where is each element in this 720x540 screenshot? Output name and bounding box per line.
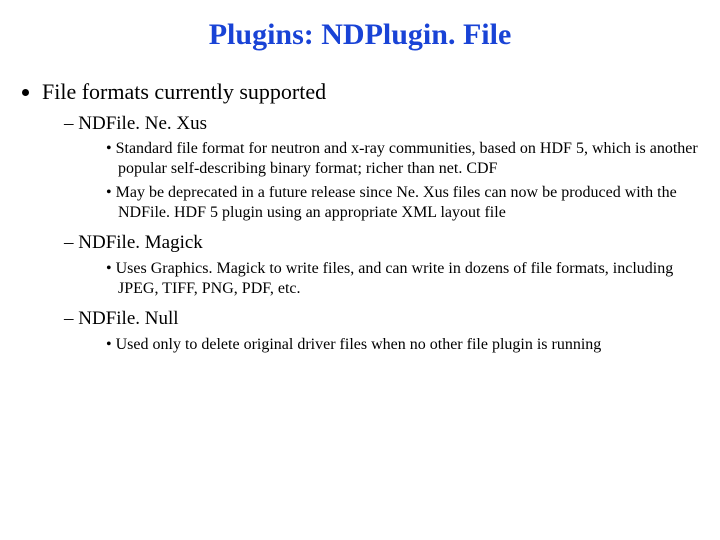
- list-item: Standard file format for neutron and x-r…: [106, 139, 700, 179]
- l3-text: Used only to delete original driver file…: [116, 336, 602, 353]
- slide-title: Plugins: NDPlugin. File: [20, 18, 700, 52]
- bullet-list-level3: Uses Graphics. Magick to write files, an…: [78, 259, 700, 299]
- list-item: May be deprecated in a future release si…: [106, 183, 700, 223]
- l1-text: File formats currently supported: [42, 79, 326, 104]
- l2-text: NDFile. Ne. Xus: [78, 113, 207, 134]
- list-item: Used only to delete original driver file…: [106, 335, 700, 355]
- bullet-list-level1: File formats currently supported NDFile.…: [24, 78, 700, 355]
- bullet-list-level2: NDFile. Ne. Xus Standard file format for…: [42, 112, 700, 355]
- l3-text: Uses Graphics. Magick to write files, an…: [116, 260, 674, 297]
- list-item: NDFile. Null Used only to delete origina…: [64, 307, 700, 355]
- l3-text: May be deprecated in a future release si…: [116, 184, 677, 221]
- slide: Plugins: NDPlugin. File File formats cur…: [0, 0, 720, 540]
- l2-text: NDFile. Null: [78, 308, 178, 329]
- l2-text: NDFile. Magick: [78, 232, 203, 253]
- list-item: File formats currently supported NDFile.…: [42, 78, 700, 355]
- list-item: NDFile. Magick Uses Graphics. Magick to …: [64, 231, 700, 299]
- bullet-list-level3: Used only to delete original driver file…: [78, 335, 700, 355]
- list-item: NDFile. Ne. Xus Standard file format for…: [64, 112, 700, 224]
- l3-text: Standard file format for neutron and x-r…: [116, 140, 698, 177]
- list-item: Uses Graphics. Magick to write files, an…: [106, 259, 700, 299]
- bullet-list-level3: Standard file format for neutron and x-r…: [78, 139, 700, 223]
